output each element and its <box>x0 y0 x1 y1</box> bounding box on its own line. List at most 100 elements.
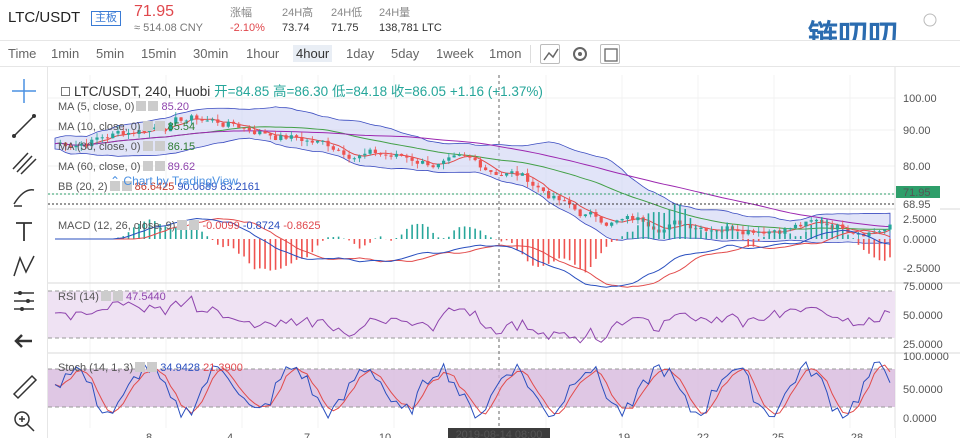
tf-1hour[interactable]: 1hour <box>246 46 279 61</box>
toolbar-divider <box>530 45 531 63</box>
candle-body <box>615 220 619 223</box>
rsi-tick: 75.0000 <box>903 281 943 293</box>
candle-body <box>326 140 330 147</box>
candle-body <box>200 119 204 121</box>
header: LTC/USDT 主板 71.95 ≈ 514.08 CNY 涨幅 -2.10%… <box>0 0 960 54</box>
candle-body <box>625 216 630 220</box>
stat-high-value: 73.74 <box>282 22 310 34</box>
tf-15min[interactable]: 15min <box>141 46 176 61</box>
tf-1mon[interactable]: 1mon <box>489 46 522 61</box>
tf-1week[interactable]: 1week <box>436 46 474 61</box>
candle-body <box>252 130 257 135</box>
candle-body <box>531 181 535 186</box>
ma60-legend[interactable]: MA (60, close, 0) 89.62 <box>58 161 195 173</box>
fullscreen-icon[interactable] <box>600 44 620 64</box>
candle-body <box>526 173 530 182</box>
brush-icon[interactable] <box>10 182 38 210</box>
candle-body <box>699 227 703 230</box>
candle-body <box>321 140 325 142</box>
candle-body <box>431 165 435 168</box>
symbol-label: LTC/USDT, 240, Huobi <box>74 84 211 99</box>
candle-body <box>788 228 792 230</box>
candle-body <box>736 229 740 232</box>
crosshair-icon[interactable] <box>10 77 38 105</box>
time-tick: 4 <box>227 432 233 438</box>
tf-5min[interactable]: 5min <box>96 46 124 61</box>
candle-body <box>347 154 351 159</box>
tf-5day[interactable]: 5day <box>391 46 419 61</box>
ma30-settings-icon <box>142 141 153 151</box>
ma30-legend[interactable]: MA (30, close, 0) 86.15 <box>58 141 195 153</box>
text-icon[interactable] <box>10 217 38 245</box>
candle-body <box>357 155 362 159</box>
candle-body <box>463 154 467 156</box>
settings-gear-icon[interactable] <box>570 44 590 64</box>
fib-icon[interactable] <box>10 147 38 175</box>
candle-body <box>499 174 503 176</box>
candle-body <box>226 121 230 127</box>
candle-body <box>610 222 614 226</box>
candle-body <box>520 173 524 176</box>
candle-body <box>573 204 577 210</box>
candle-body <box>751 230 756 233</box>
candle-body <box>405 155 409 158</box>
candle-body <box>268 133 272 136</box>
time-tick: 7 <box>304 432 310 438</box>
candle-body <box>284 135 288 139</box>
candle-body <box>489 170 493 172</box>
back-arrow-icon[interactable] <box>10 327 38 355</box>
candle-body <box>210 119 215 121</box>
tf-1min[interactable]: 1min <box>51 46 79 61</box>
macd-legend[interactable]: MACD (12, 26, close, 9) -0.0099 -0.8724 … <box>58 220 321 232</box>
candle-body <box>189 115 194 121</box>
candle-body <box>363 153 367 156</box>
ma10-legend[interactable]: MA (10, close, 0) 85.54 <box>58 121 195 133</box>
candle-body <box>436 163 440 168</box>
candle-body <box>478 160 482 168</box>
candle-body <box>352 158 356 160</box>
candle-body <box>400 153 404 156</box>
candle-body <box>279 135 283 141</box>
ma60-close-icon <box>154 161 165 171</box>
time-tick: 22 <box>697 432 709 438</box>
zoom-in-icon[interactable] <box>10 407 38 435</box>
tf-1day[interactable]: 1day <box>346 46 374 61</box>
candle-body <box>583 214 588 217</box>
stoch-band <box>48 369 895 407</box>
candle-body <box>804 221 808 227</box>
candle-body <box>457 154 461 156</box>
candle-body <box>757 231 761 233</box>
time-axis: 8 4 7 10 19 22 25 28 2019-08-14 08:00 <box>48 428 895 438</box>
ruler-icon[interactable] <box>10 372 38 400</box>
ma5-settings-icon <box>136 101 147 111</box>
stat-low-value: 71.75 <box>331 22 359 34</box>
market-tag[interactable]: 主板 <box>91 11 121 26</box>
candle-body <box>547 191 551 199</box>
rsi-tick: 25.0000 <box>903 339 943 351</box>
candle-body <box>378 153 383 155</box>
candle-body <box>368 149 372 154</box>
measure-icon[interactable] <box>10 287 38 315</box>
rsi-legend[interactable]: RSI (14) 47.5440 <box>58 291 166 303</box>
candle-body <box>888 224 892 230</box>
candle-body <box>599 216 603 223</box>
trend-line-icon[interactable] <box>10 112 38 140</box>
candle-body <box>799 224 803 227</box>
rsi-tick: 50.0000 <box>903 310 943 322</box>
ma5-legend[interactable]: MA (5, close, 0) 85.20 <box>58 101 189 113</box>
pattern-icon[interactable] <box>10 252 38 280</box>
candle-body <box>242 127 246 129</box>
candle-body <box>231 121 236 124</box>
macd-tick: 2.5000 <box>903 214 937 226</box>
close-value: 收=86.05 <box>390 84 447 99</box>
candle-body <box>484 167 488 171</box>
candle-body <box>100 137 104 139</box>
indicators-icon[interactable] <box>540 44 560 64</box>
candle-body <box>636 217 640 221</box>
collapse-icon[interactable] <box>61 87 70 96</box>
tf-time[interactable]: Time <box>8 46 36 61</box>
tf-4hour[interactable]: 4hour <box>293 45 333 62</box>
candle-body <box>132 132 136 134</box>
tf-30min[interactable]: 30min <box>193 46 228 61</box>
stoch-legend[interactable]: Stoch (14, 1, 3) 34.9428 21.3900 <box>58 362 243 374</box>
